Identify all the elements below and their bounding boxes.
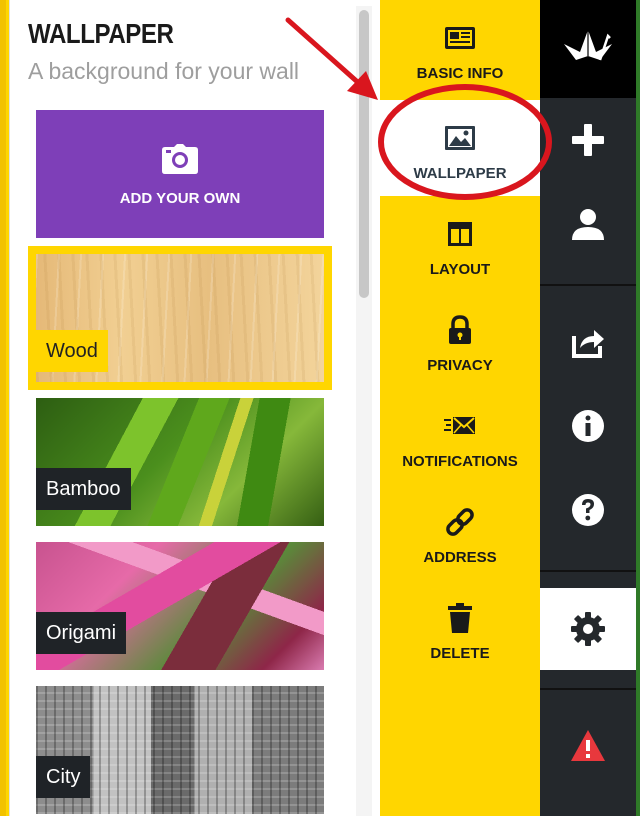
nav-label: WALLPAPER — [413, 165, 507, 182]
logo[interactable] — [540, 0, 636, 98]
nav-item-basic-info[interactable]: BASIC INFO — [380, 0, 540, 96]
share-button[interactable] — [540, 300, 636, 384]
lock-icon — [449, 315, 471, 344]
nav-item-wallpaper[interactable]: WALLPAPER — [380, 100, 540, 196]
nav-item-notifications[interactable]: NOTIFICATIONS — [380, 388, 540, 484]
info-icon — [572, 410, 604, 442]
camera-icon — [162, 144, 198, 174]
left-edge-strip — [0, 0, 10, 816]
nav-label: BASIC INFO — [416, 65, 504, 82]
envelope-icon — [444, 417, 475, 434]
nav-item-address[interactable]: ADDRESS — [380, 484, 540, 580]
wallpaper-panel: WALLPAPER A background for your wall ADD… — [10, 0, 380, 816]
info-button[interactable] — [540, 384, 636, 468]
settings-button[interactable] — [540, 588, 636, 670]
wall-background-edge — [636, 0, 640, 816]
profile-button[interactable] — [540, 182, 636, 266]
link-icon — [446, 508, 474, 536]
rail-divider — [540, 570, 636, 572]
wallpaper-label: City — [36, 756, 91, 798]
help-icon — [572, 494, 604, 526]
wallpaper-label: Bamboo — [36, 468, 131, 510]
nav-label: NOTIFICATIONS — [402, 453, 518, 470]
share-icon — [572, 330, 604, 358]
gear-icon — [571, 612, 605, 646]
layout-icon — [448, 222, 472, 246]
image-icon — [445, 126, 475, 150]
settings-nav: BASIC INFO WALLPAPER LAYOUT PRIVACY NOTI… — [380, 0, 540, 816]
nav-label: PRIVACY — [427, 357, 493, 374]
nav-item-layout[interactable]: LAYOUT — [380, 196, 540, 292]
add-your-own-button[interactable]: ADD YOUR OWN — [36, 110, 324, 238]
scrollbar-thumb[interactable] — [359, 10, 369, 298]
nav-item-delete[interactable]: DELETE — [380, 580, 540, 676]
paper-crane-icon — [564, 30, 612, 61]
nav-label: ADDRESS — [423, 549, 497, 566]
newspaper-icon — [445, 27, 475, 49]
page-subtitle: A background for your wall — [28, 58, 300, 84]
nav-label: LAYOUT — [429, 261, 491, 278]
user-icon — [572, 209, 604, 240]
rail-divider — [540, 688, 636, 690]
plus-icon — [572, 124, 604, 156]
wallpaper-label: Wood — [36, 330, 108, 372]
help-button[interactable] — [540, 468, 636, 552]
add-your-own-label: ADD YOUR OWN — [119, 190, 241, 207]
report-button[interactable] — [540, 704, 636, 788]
add-button[interactable] — [540, 98, 636, 182]
nav-item-privacy[interactable]: PRIVACY — [380, 292, 540, 388]
wallpaper-option-city[interactable]: City — [36, 686, 324, 814]
warning-icon — [571, 730, 605, 761]
wallpaper-label: Origami — [36, 612, 127, 654]
rail-divider — [540, 284, 636, 286]
nav-label: DELETE — [430, 645, 490, 662]
wallpaper-option-origami[interactable]: Origami — [36, 542, 324, 670]
page-title: WALLPAPER — [28, 18, 174, 49]
right-toolbar — [540, 0, 640, 816]
trash-icon — [448, 603, 472, 633]
wallpaper-option-wood[interactable]: Wood — [28, 246, 332, 390]
wallpaper-option-bamboo[interactable]: Bamboo — [36, 398, 324, 526]
